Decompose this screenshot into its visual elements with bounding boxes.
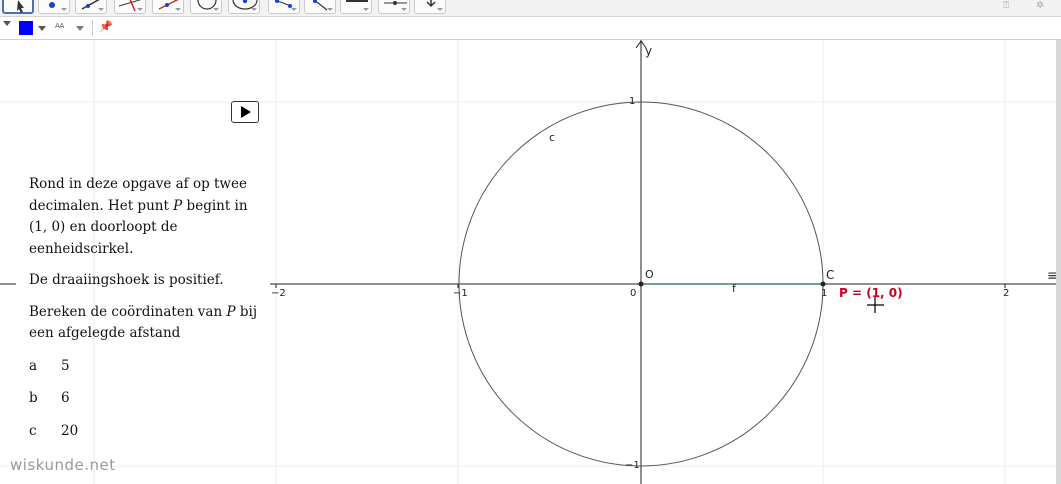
graphics-view[interactable]: y −2 −1 0 1 2 1 −1 c f O C P = (1, 0) Ro… <box>0 40 1061 484</box>
origin-label: O <box>645 268 654 281</box>
task-text: Rond in deze opgave af op twee decimalen… <box>29 174 259 355</box>
y-axis-label: y <box>645 44 653 58</box>
circle-icon[interactable] <box>190 0 222 14</box>
color-swatch[interactable] <box>19 21 33 35</box>
font-size-button[interactable]: AA <box>55 21 64 31</box>
point-c[interactable] <box>820 281 826 287</box>
question-item: b6 <box>29 390 70 406</box>
watermark-text: wiskunde.net <box>10 456 116 474</box>
toggle-stylebar-icon[interactable] <box>3 21 11 26</box>
move-arrow-icon[interactable] <box>2 0 34 14</box>
task-condition: De draaiingshoek is positief. <box>29 272 224 288</box>
help-icon[interactable]: ⍰ <box>1003 0 1009 11</box>
task-intro: Rond in deze opgave af op twee decimalen… <box>29 176 248 257</box>
text-abc-icon[interactable] <box>340 0 372 14</box>
point-icon[interactable] <box>38 0 70 14</box>
line-icon[interactable] <box>75 0 107 14</box>
question-item: a5 <box>29 358 70 374</box>
reflect-icon[interactable] <box>304 0 336 14</box>
y-tick-label: −1 <box>625 460 640 471</box>
point-c-label: C <box>826 268 835 282</box>
chevron-down-icon[interactable] <box>38 26 46 31</box>
question-item: c 20 <box>29 423 79 439</box>
x-tick-label: −2 <box>271 288 286 299</box>
move-view-icon[interactable] <box>414 0 446 14</box>
x-tick-label: 0 <box>630 288 637 299</box>
task-question: Bereken de coördinaten van P bij een afg… <box>29 303 257 342</box>
circle-label: c <box>549 131 556 144</box>
toolbar: ⍰ ✲ <box>0 0 1061 17</box>
gear-icon[interactable]: ✲ <box>1036 0 1044 11</box>
point-p-label: P = (1, 0) <box>839 286 903 300</box>
polygon-icon[interactable] <box>152 0 184 14</box>
x-tick-label: 1 <box>821 288 828 299</box>
point-origin[interactable] <box>638 281 644 287</box>
y-tick-label: 1 <box>629 96 636 107</box>
perpendicular-line-icon[interactable] <box>114 0 146 14</box>
angle-icon[interactable] <box>268 0 300 14</box>
right-panel-scrollbar[interactable] <box>1056 40 1061 484</box>
chevron-down-icon[interactable] <box>76 26 84 31</box>
segment-label: f <box>732 282 736 295</box>
x-tick-label: −1 <box>453 288 468 299</box>
slider-icon[interactable] <box>378 0 410 14</box>
divider <box>92 20 93 36</box>
play-button[interactable] <box>231 101 259 123</box>
pin-icon[interactable]: 📌 <box>99 20 113 33</box>
x-tick-label: 2 <box>1003 288 1010 299</box>
style-bar: AA 📌 <box>0 17 1061 40</box>
ellipse-icon[interactable] <box>228 0 260 14</box>
